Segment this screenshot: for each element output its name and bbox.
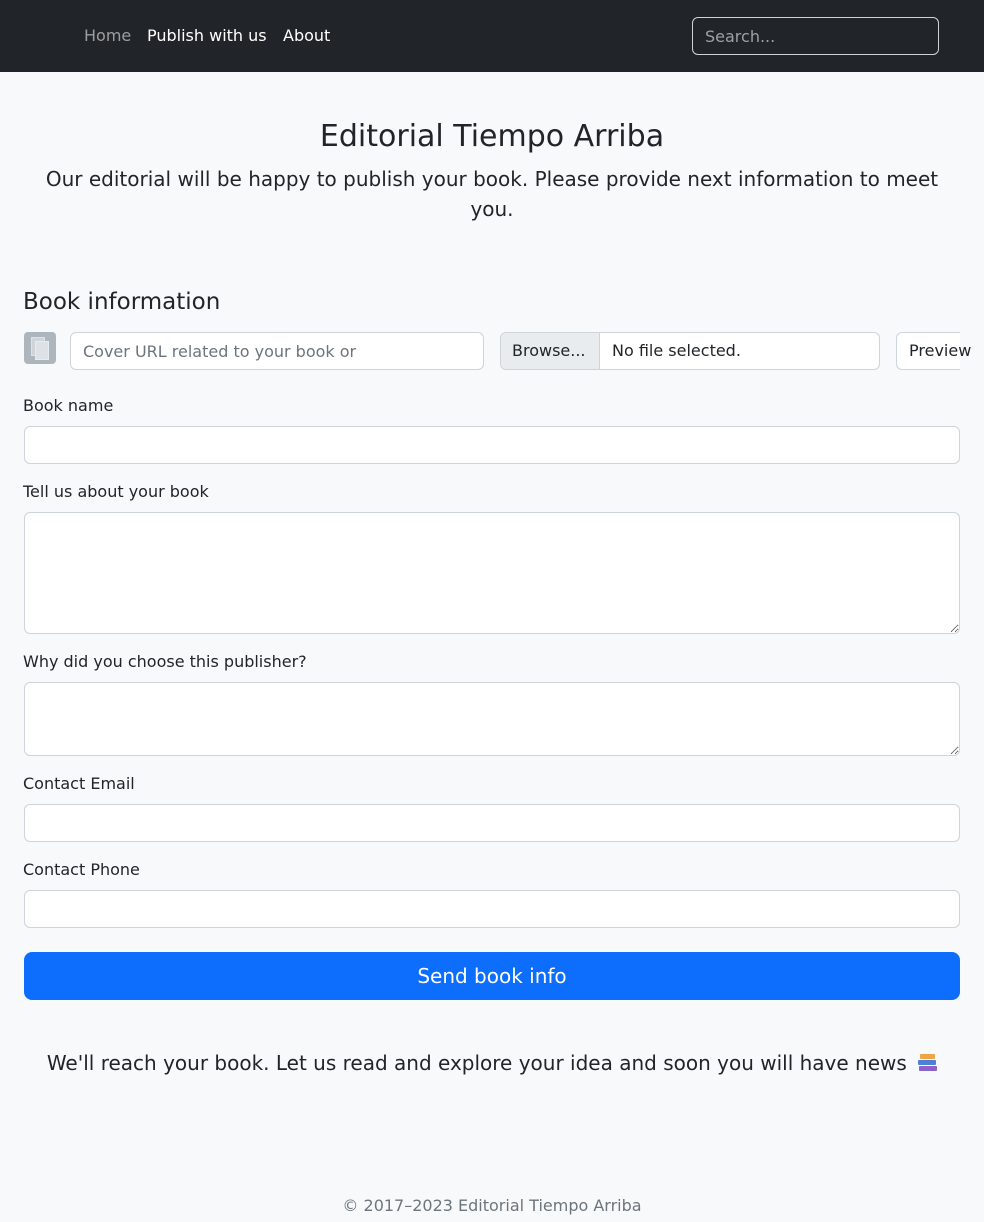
about-book-label: Tell us about your book <box>23 482 209 501</box>
closing-text: We'll reach your book. Let us read and e… <box>46 1051 907 1075</box>
footer-copyright: © 2017–2023 Editorial Tiempo Arriba <box>342 1196 642 1215</box>
preview-button[interactable]: Preview <box>896 332 971 370</box>
file-browse-button[interactable]: Browse... <box>501 333 600 369</box>
why-publisher-label: Why did you choose this publisher? <box>23 652 307 671</box>
contact-email-label: Contact Email <box>23 774 135 793</box>
page-title: Editorial Tiempo Arriba <box>319 119 665 154</box>
top-navbar: Home Publish with us About <box>0 0 984 72</box>
contact-phone-input[interactable] <box>24 890 960 928</box>
closing-message: We'll reach your book. Let us read and e… <box>0 1048 984 1078</box>
file-status-text: No file selected. <box>612 341 741 360</box>
nav-link-home[interactable]: Home <box>84 26 131 46</box>
nav-link-about[interactable]: About <box>283 26 330 46</box>
page-lead: Our editorial will be happy to publish y… <box>45 167 939 221</box>
contact-email-input[interactable] <box>24 804 960 842</box>
cover-file-input[interactable]: Browse... No file selected. <box>500 332 880 370</box>
books-icon <box>917 1053 938 1073</box>
send-book-info-button[interactable]: Send book info <box>24 952 960 1000</box>
book-name-label: Book name <box>23 396 114 415</box>
cover-thumbnail-icon <box>24 332 56 364</box>
book-name-input[interactable] <box>24 426 960 464</box>
search-input[interactable] <box>692 17 939 55</box>
nav-link-publish[interactable]: Publish with us <box>147 26 267 46</box>
contact-phone-label: Contact Phone <box>23 860 140 879</box>
why-publisher-textarea[interactable] <box>24 682 960 756</box>
cover-url-input[interactable] <box>70 332 484 370</box>
section-title-book-information: Book information <box>23 289 221 315</box>
about-book-textarea[interactable] <box>24 512 960 634</box>
